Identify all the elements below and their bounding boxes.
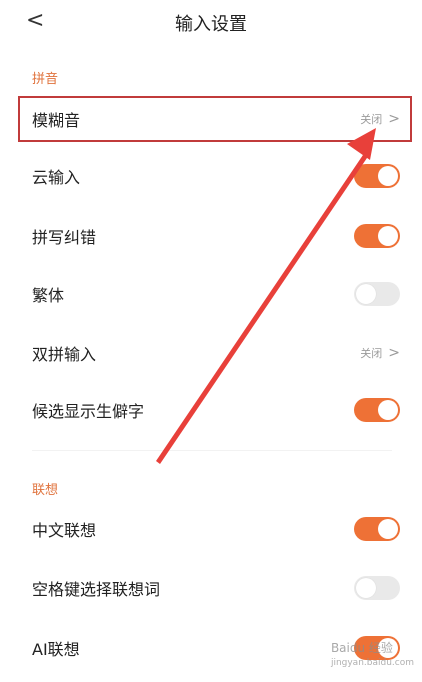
arrow-head (347, 128, 376, 160)
watermark-text: Baidu 经验 (330, 641, 393, 655)
arrow-shaft (156, 152, 369, 464)
watermark: Baidu 经验 jingyan.baidu.com (331, 639, 414, 668)
watermark-sub: jingyan.baidu.com (330, 658, 414, 668)
annotation-arrow (156, 128, 376, 464)
